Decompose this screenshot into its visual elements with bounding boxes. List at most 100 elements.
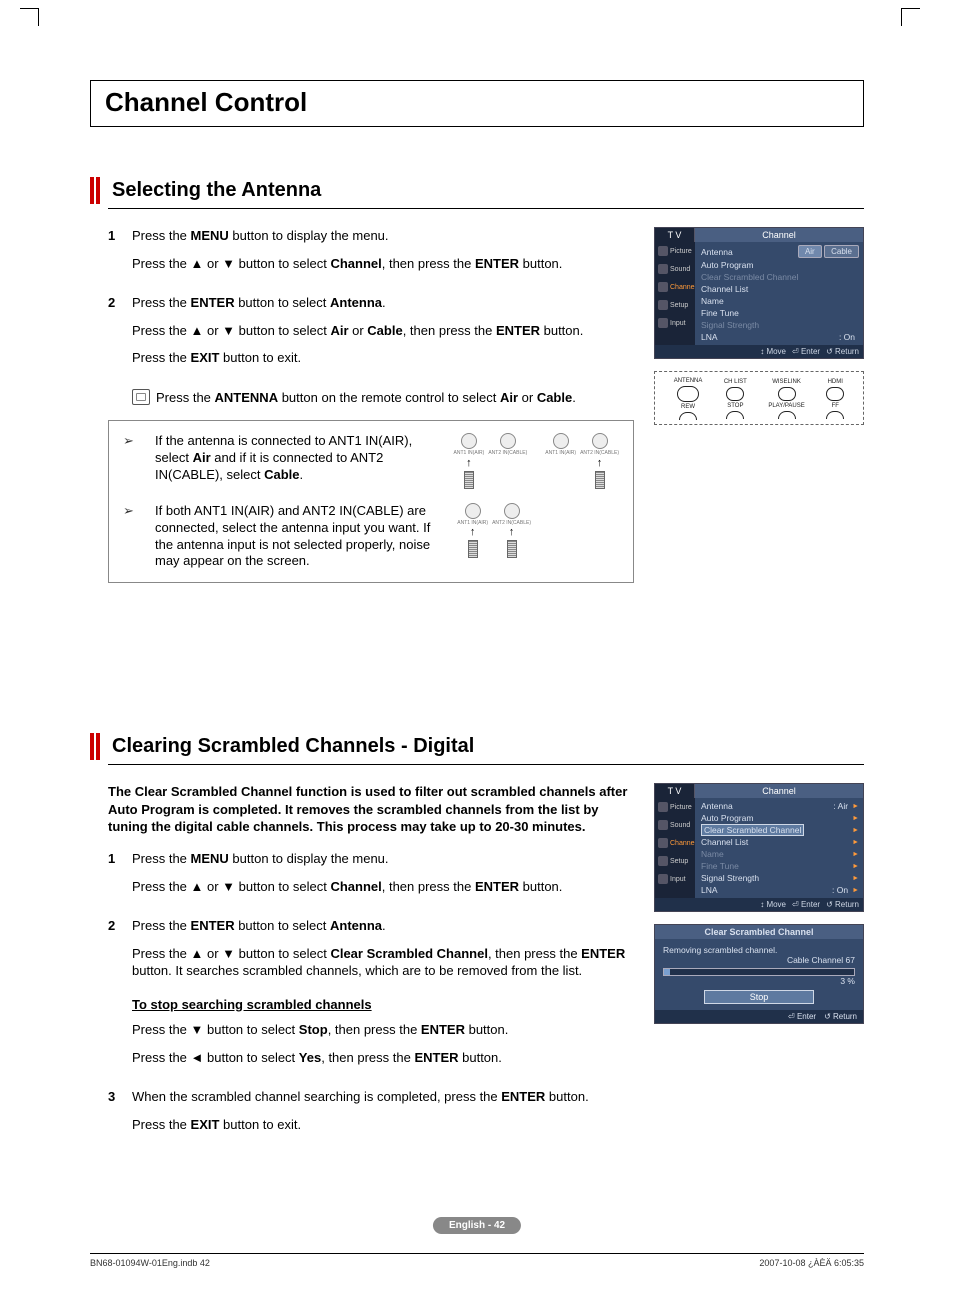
section-intro: The Clear Scrambled Channel function is … [108, 783, 634, 836]
remote-label: REW [681, 404, 695, 410]
antenna-diagram-single-air: ANT1 IN(AIR)↑ ANT2 IN(CABLE) [454, 433, 528, 489]
section-header-clearing-scrambled: Clearing Scrambled Channels - Digital [90, 733, 864, 760]
remote-half-button[interactable] [826, 411, 844, 419]
osd-pill: Air [798, 245, 822, 258]
remote-button-col: WISELINK PLAY/PAUSE [768, 379, 804, 419]
osd-side-icon [658, 264, 668, 274]
osd-row: Antenna: Air► [701, 800, 859, 812]
page-number-badge: English - 42 [433, 1217, 521, 1234]
osd-row: Fine Tune► [701, 860, 859, 872]
step-text: Press the ▲ or ▼ button to select Channe… [132, 878, 634, 896]
osd-side-icon [658, 874, 668, 884]
step-number: 2 [108, 917, 132, 1076]
triangle-icon: ► [852, 875, 859, 882]
step-text: Press the ◄ button to select Yes, then p… [132, 1049, 634, 1067]
osd-pill: Cable [824, 245, 859, 258]
step-number: 3 [108, 1088, 132, 1143]
osd-row: AntennaAir Cable [701, 244, 859, 259]
osd-footer: ↕ Move⏎ Enter↺ Return [655, 345, 863, 358]
section-title: Selecting the Antenna [112, 177, 321, 204]
triangle-icon: ► [852, 803, 859, 810]
remote-button[interactable] [778, 387, 796, 401]
chapter-title: Channel Control [105, 87, 849, 118]
step-text: Press the ▲ or ▼ button to select Channe… [132, 255, 634, 273]
osd-row: Channel List [701, 283, 859, 295]
osd-row: Clear Scrambled Channel► [701, 824, 859, 836]
popup-percent: 3 % [663, 976, 855, 986]
step-text: Press the ENTER button to select Antenna… [132, 917, 634, 935]
popup-message: Removing scrambled channel. [663, 945, 855, 955]
section-title: Clearing Scrambled Channels - Digital [112, 733, 474, 760]
triangle-icon: ► [852, 863, 859, 870]
osd-tv-label: T V [655, 784, 695, 798]
step-text: Press the ▲ or ▼ button to select Air or… [132, 322, 634, 340]
osd-side-item: Input [655, 870, 695, 888]
remote-half-button[interactable] [778, 411, 796, 419]
step-number: 2 [108, 294, 132, 377]
osd-footer: ↕ Move ⏎ Enter ↺ Return [655, 898, 863, 911]
remote-button[interactable] [826, 387, 844, 401]
osd-channel-menu: T V Channel PictureSoundChannelSetupInpu… [654, 227, 864, 359]
arrow-icon [123, 503, 134, 518]
osd-foot-item: ⏎ Enter [792, 900, 820, 909]
section-header-selecting-antenna: Selecting the Antenna [90, 177, 864, 204]
osd-side-icon [658, 856, 668, 866]
remote-label: ANTENNA [674, 378, 703, 384]
remote-label: STOP [727, 403, 743, 409]
remote-button-col: ANTENNA REW [674, 378, 703, 420]
osd-row: Name [701, 295, 859, 307]
remote-half-button[interactable] [726, 411, 744, 419]
osd-side-item: Setup [655, 852, 695, 870]
osd-side-icon [658, 838, 668, 848]
sub-heading: To stop searching scrambled channels [132, 996, 372, 1014]
osd-row: Auto Program► [701, 812, 859, 824]
footer-right: 2007-10-08 ¿ÀÈÄ 6:05:35 [759, 1258, 864, 1268]
osd-side-item: Picture [655, 242, 695, 260]
popup-title: Clear Scrambled Channel [655, 925, 863, 939]
osd-side-icon [658, 282, 668, 292]
osd-row: Name► [701, 848, 859, 860]
osd-side-item: Channel [655, 834, 695, 852]
popup-footer: ⏎ Enter↺ Return [655, 1010, 863, 1023]
popup-channel: Cable Channel 67 [663, 955, 855, 965]
arrow-icon [123, 433, 134, 448]
step-number: 1 [108, 227, 132, 282]
stop-button[interactable]: Stop [704, 990, 814, 1004]
remote-label: HDMI [828, 379, 843, 385]
remote-button[interactable] [677, 386, 699, 402]
osd-row: LNA: On► [701, 884, 859, 896]
step-text: Press the EXIT button to exit. [132, 349, 634, 367]
remote-half-button[interactable] [679, 412, 697, 420]
osd-tab-label: Channel [695, 228, 863, 242]
remote-note: Press the ANTENNA button on the remote c… [132, 389, 634, 407]
osd-side-item: Setup [655, 296, 695, 314]
osd-row: Clear Scrambled Channel [701, 271, 859, 283]
remote-button-col: CH LISTSTOP [724, 379, 747, 419]
step: 2Press the ENTER button to select Antenn… [108, 917, 634, 1076]
step-text: Press the ▼ button to select Stop, then … [132, 1021, 634, 1039]
step-text: Press the MENU button to display the men… [132, 850, 634, 868]
remote-label: PLAY/PAUSE [768, 403, 804, 409]
triangle-icon: ► [852, 815, 859, 822]
osd-side-item: Input [655, 314, 695, 332]
remote-label: WISELINK [772, 379, 801, 385]
step-text: When the scrambled channel searching is … [132, 1088, 634, 1106]
osd-side-icon [658, 300, 668, 310]
triangle-icon: ► [852, 851, 859, 858]
step: 1Press the MENU button to display the me… [108, 227, 634, 282]
step: 1Press the MENU button to display the me… [108, 850, 634, 905]
osd-row: Signal Strength [701, 319, 859, 331]
antenna-diagram-single-cable: ANT1 IN(AIR) ANT2 IN(CABLE)↑ [545, 433, 619, 489]
antenna-diagram-both: ANT1 IN(AIR)↑ ANT2 IN(CABLE)↑ [457, 503, 531, 559]
step-text: Press the EXIT button to exit. [132, 1116, 634, 1134]
osd-foot-item: ↕ Move [760, 900, 786, 909]
osd-foot-item: ↺ Return [826, 900, 859, 909]
chapter-title-box: Channel Control [90, 80, 864, 127]
step-text: Press the ▲ or ▼ button to select Clear … [132, 945, 634, 980]
step: 3When the scrambled channel searching is… [108, 1088, 634, 1143]
osd-tab-label: Channel [695, 784, 863, 798]
antenna-callout-box: If the antenna is connected to ANT1 IN(A… [108, 420, 634, 583]
remote-label: FF [832, 403, 839, 409]
step-text: Press the MENU button to display the men… [132, 227, 634, 245]
remote-button[interactable] [726, 387, 744, 401]
